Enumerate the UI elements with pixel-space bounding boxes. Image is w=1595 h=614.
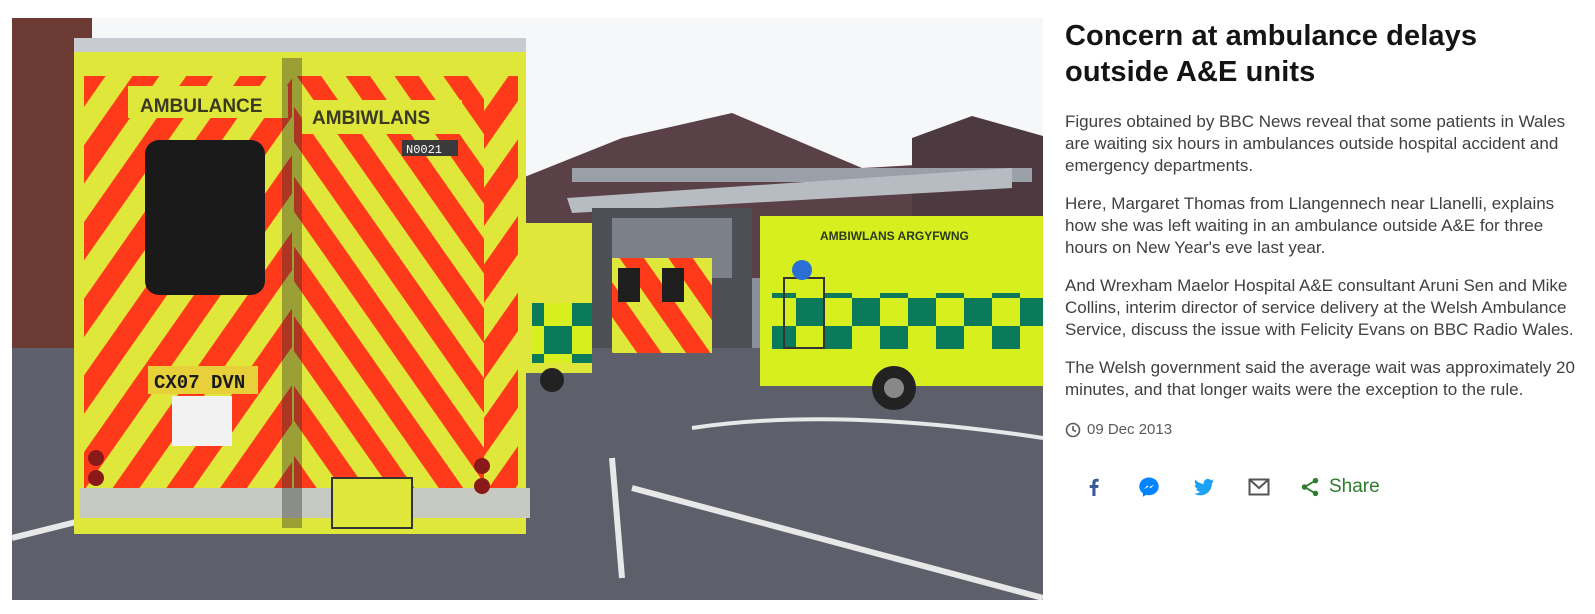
article-panel: Concern at ambulance delays outside A&E … — [1065, 18, 1580, 502]
fleet-number: N0021 — [406, 143, 442, 157]
share-facebook-button[interactable] — [1079, 472, 1109, 502]
share-more-button[interactable]: Share — [1299, 476, 1380, 498]
ambulance-label-cy: AMBIWLANS — [312, 108, 430, 129]
article-paragraph: And Wrexham Maelor Hospital A&E consulta… — [1065, 276, 1574, 339]
article-headline: Concern at ambulance delays outside A&E … — [1065, 20, 1478, 88]
article-image: AMBIWLANS ARGYFWNG AMBULANCE AMBIWLANS N… — [12, 18, 1043, 600]
share-twitter-button[interactable] — [1189, 472, 1219, 502]
share-messenger-button[interactable] — [1134, 472, 1164, 502]
article-paragraph: Figures obtained by BBC News reveal that… — [1065, 112, 1566, 175]
share-icon — [1301, 477, 1319, 497]
article-paragraph: Here, Margaret Thomas from Llangennech n… — [1065, 194, 1555, 257]
share-toolbar: Share — [1065, 472, 1580, 502]
messenger-icon — [1139, 477, 1159, 497]
facebook-icon — [1089, 478, 1099, 496]
twitter-icon — [1194, 478, 1214, 496]
article-timestamp: 09 Dec 2013 — [1065, 421, 1580, 438]
share-label: Share — [1329, 476, 1380, 497]
registration-plate: CX07 DVN — [154, 372, 245, 394]
side-label-text: AMBIWLANS ARGYFWNG — [820, 229, 969, 243]
article-date: 09 Dec 2013 — [1087, 421, 1173, 438]
ambulance-label-en: AMBULANCE — [140, 96, 262, 117]
email-icon — [1248, 478, 1270, 496]
share-email-button[interactable] — [1244, 472, 1274, 502]
clock-icon — [1065, 422, 1081, 437]
ambulance-photo: AMBIWLANS ARGYFWNG AMBULANCE AMBIWLANS N… — [12, 18, 1043, 600]
article-paragraph: The Welsh government said the average wa… — [1065, 358, 1575, 399]
